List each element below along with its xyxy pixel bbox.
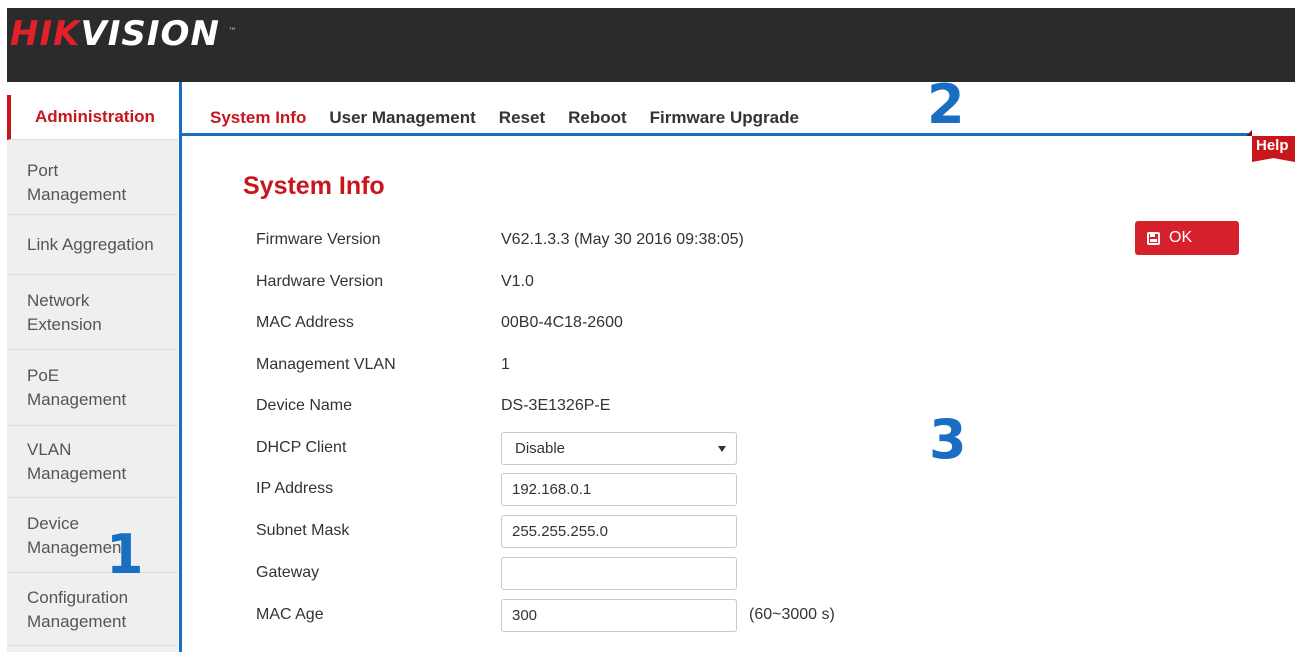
sidebar-item-administration[interactable]: Administration [7, 95, 178, 140]
logo-hik-text: HIK [10, 14, 81, 54]
management-vlan-label: Management VLAN [256, 356, 396, 373]
mac-age-label: MAC Age [256, 606, 324, 623]
subnet-mask-label: Subnet Mask [256, 522, 350, 539]
dhcp-client-selected-value: Disable [515, 440, 566, 457]
sidebar-item-poe-management[interactable]: PoE Management [7, 351, 178, 426]
hardware-version-value: V1.0 [501, 273, 534, 290]
gateway-label: Gateway [256, 564, 320, 581]
annotation-number-1: 1 [106, 523, 144, 586]
tab-firmware-upgrade[interactable]: Firmware Upgrade [650, 108, 799, 132]
top-tab-nav: System Info User Management Reset Reboot… [210, 108, 822, 132]
annotation-number-3: 3 [929, 408, 967, 471]
sidebar-item-label: Configuration Management [27, 587, 129, 631]
help-tab-fold [1246, 130, 1252, 136]
sidebar-item-network-extension[interactable]: Network Extension [7, 276, 178, 350]
mac-address-value: 00B0-4C18-2600 [501, 314, 623, 331]
firmware-version-label: Firmware Version [256, 231, 381, 248]
subnet-mask-input[interactable]: 255.255.255.0 [501, 515, 737, 548]
sidebar-item-label: VLAN Management [27, 440, 127, 483]
sidebar-item-configuration-management[interactable]: Configuration Management [7, 574, 178, 646]
tab-reboot[interactable]: Reboot [568, 108, 627, 132]
ip-address-input[interactable]: 192.168.0.1 [501, 473, 737, 506]
logo-vision-text: VISION [80, 14, 220, 54]
page-title: System Info [243, 172, 385, 200]
ok-button-label: OK [1169, 229, 1193, 246]
sidebar-item-label: PoE Management [27, 366, 127, 409]
management-vlan-value: 1 [501, 356, 510, 373]
save-icon [1147, 232, 1160, 245]
tab-underline [182, 133, 1252, 136]
dhcp-client-label: DHCP Client [256, 439, 347, 456]
help-button[interactable]: Help [1252, 136, 1295, 162]
ip-address-label: IP Address [256, 480, 334, 497]
mac-address-label: MAC Address [256, 314, 354, 331]
sidebar-divider [179, 82, 182, 652]
sidebar-item-vlan-management[interactable]: VLAN Management [7, 427, 178, 498]
hardware-version-label: Hardware Version [256, 273, 384, 290]
device-name-value: DS-3E1326P-E [501, 397, 611, 414]
mac-age-input[interactable]: 300 [501, 599, 737, 632]
sidebar-item-link-aggregation[interactable]: Link Aggregation [7, 216, 178, 275]
hikvision-logo: HIKVISION ™ [10, 14, 237, 54]
sidebar-item-device-management[interactable]: Device Management [7, 499, 178, 573]
annotation-number-2: 2 [927, 73, 965, 136]
sidebar: Administration Port Management Link Aggr… [7, 95, 178, 652]
header-bar: HIKVISION ™ [0, 0, 1295, 82]
sidebar-item-label: Port Management [27, 160, 127, 204]
tab-reset[interactable]: Reset [499, 108, 545, 132]
sidebar-item-port-management[interactable]: Port Management [7, 151, 178, 215]
sidebar-item-label: Network Extension [27, 290, 102, 334]
firmware-version-value: V62.1.3.3 (May 30 2016 09:38:05) [501, 231, 744, 248]
dhcp-client-select[interactable]: Disable [501, 432, 737, 465]
ok-button[interactable]: OK [1135, 221, 1239, 255]
tab-user-management[interactable]: User Management [329, 108, 475, 132]
dropdown-arrow-icon [718, 446, 726, 452]
sidebar-item-label: Link Aggregation [27, 235, 154, 254]
device-name-label: Device Name [256, 397, 353, 414]
gateway-input[interactable] [501, 557, 737, 590]
mac-age-range-hint: (60~3000 s) [749, 606, 835, 623]
sidebar-item-label: Administration [35, 107, 155, 126]
logo-trademark: ™ [228, 27, 238, 37]
tab-system-info[interactable]: System Info [210, 108, 306, 132]
